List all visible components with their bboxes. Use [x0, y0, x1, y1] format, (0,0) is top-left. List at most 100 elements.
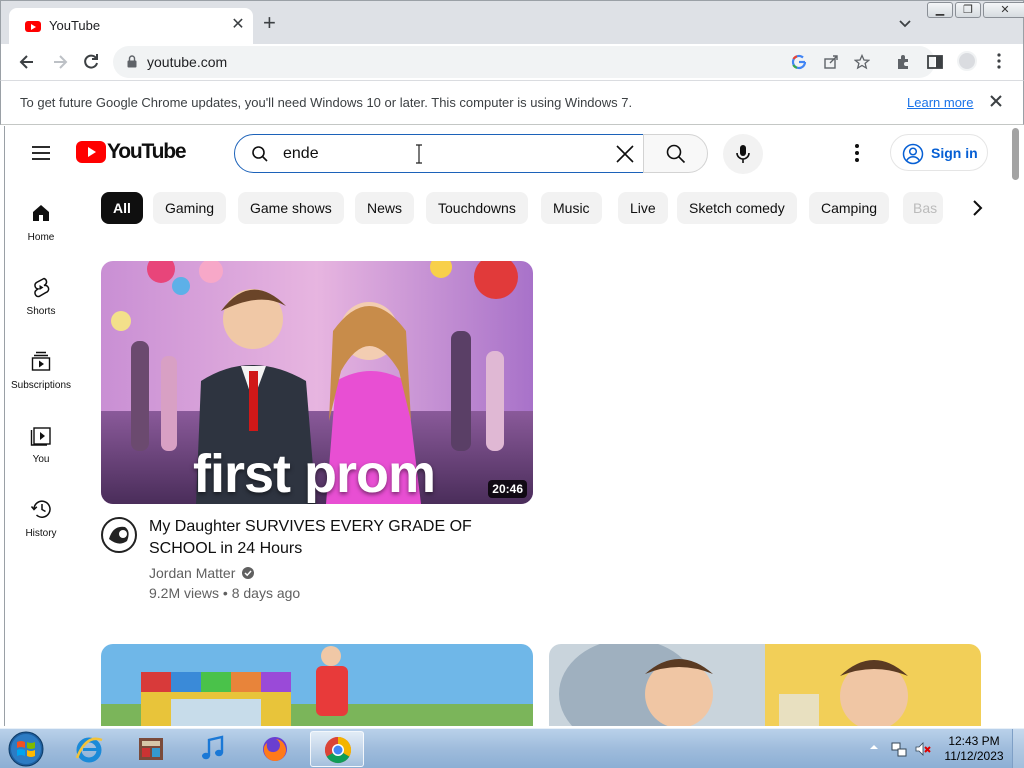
chip-sketch-comedy[interactable]: Sketch comedy	[677, 192, 797, 224]
start-orb-icon[interactable]	[6, 730, 46, 768]
infobar-message: To get future Google Chrome updates, you…	[20, 95, 633, 110]
thumbnail-image-2	[101, 644, 533, 726]
nav-item-history[interactable]: History	[5, 488, 77, 558]
chip-all[interactable]: All	[101, 192, 143, 224]
taskbar-chrome[interactable]	[310, 731, 364, 767]
nav-label-shorts: Shorts	[26, 306, 56, 317]
sign-in-label: Sign in	[931, 145, 978, 161]
internet-explorer-icon	[75, 737, 103, 763]
chip-music[interactable]: Music	[541, 192, 602, 224]
network-icon[interactable]	[890, 740, 908, 758]
taskbar-itunes[interactable]	[186, 731, 240, 767]
tab-search-chevron-icon[interactable]	[897, 15, 913, 31]
itunes-icon	[202, 735, 224, 760]
show-desktop-button[interactable]	[1012, 729, 1024, 768]
search-box[interactable]	[234, 134, 644, 173]
taskbar-firefox[interactable]	[248, 731, 302, 767]
chevron-right-icon[interactable]	[965, 196, 989, 220]
learn-more-link[interactable]: Learn more	[907, 95, 973, 110]
channel-logo-icon	[104, 520, 134, 550]
voice-search-button[interactable]	[723, 134, 763, 174]
tab-youtube[interactable]: YouTube ✕	[9, 8, 253, 45]
nav-item-subscriptions[interactable]: Subscriptions	[5, 340, 77, 410]
chip-gaming[interactable]: Gaming	[153, 192, 227, 224]
nav-label-subscriptions: Subscriptions	[10, 380, 72, 391]
nav-item-home[interactable]: Home	[5, 192, 77, 262]
profile-avatar[interactable]	[957, 51, 977, 71]
share-icon[interactable]	[823, 54, 839, 70]
nav-label-history: History	[25, 528, 57, 539]
chip-game-shows[interactable]: Game shows	[238, 192, 344, 224]
shorts-icon	[34, 277, 50, 298]
taskbar-media-center[interactable]	[124, 731, 178, 767]
google-lens-icon[interactable]	[791, 54, 807, 70]
nav-item-you[interactable]: You	[5, 414, 77, 484]
thumbnail-image-3	[549, 644, 981, 726]
scrollbar-thumb[interactable]	[1012, 128, 1019, 180]
system-clock[interactable]: 12:43 PM 11/12/2023	[940, 734, 1008, 764]
home-icon	[33, 205, 49, 221]
microphone-icon	[736, 145, 750, 163]
reload-icon[interactable]	[81, 52, 101, 72]
settings-more-icon[interactable]	[850, 143, 864, 163]
new-tab-icon[interactable]: +	[263, 12, 276, 34]
firefox-icon	[263, 737, 287, 762]
channel-name[interactable]: Jordan Matter	[149, 565, 235, 581]
chip-live[interactable]: Live	[618, 192, 668, 224]
page-scrollbar[interactable]	[1009, 126, 1020, 726]
taskbar-internet-explorer[interactable]	[62, 731, 116, 767]
chip-camping[interactable]: Camping	[809, 192, 890, 224]
forward-icon[interactable]	[50, 52, 70, 72]
chip-news[interactable]: News	[355, 192, 415, 224]
search-button[interactable]	[643, 134, 708, 173]
nav-label-you: You	[32, 454, 50, 465]
infobar-close-icon[interactable]	[989, 94, 1003, 108]
chrome-menu-icon[interactable]	[991, 52, 1007, 70]
search-input[interactable]	[283, 143, 583, 165]
tab-title: YouTube	[49, 18, 101, 33]
account-circle-icon	[902, 143, 924, 165]
back-icon[interactable]	[17, 52, 37, 72]
search-icon	[252, 146, 268, 162]
clock-time: 12:43 PM	[948, 734, 1000, 748]
tab-close-icon[interactable]: ✕	[229, 16, 247, 34]
nav-item-shorts[interactable]: Shorts	[5, 266, 77, 336]
lock-icon[interactable]	[127, 55, 137, 68]
video-thumbnail[interactable]: first prom 20:46	[101, 261, 533, 504]
sign-in-button[interactable]: Sign in	[890, 134, 988, 171]
video-meta: 9.2M views • 8 days ago	[149, 585, 301, 601]
chrome-toolbar: youtube.com	[0, 44, 1024, 80]
address-bar[interactable]: youtube.com	[113, 46, 935, 78]
clear-search-icon[interactable]	[615, 144, 635, 164]
maximize-button[interactable]: ❐	[955, 2, 981, 18]
minimize-button[interactable]: ▁	[927, 2, 953, 18]
chip-basketball[interactable]: Bas	[903, 192, 943, 224]
youtube-wordmark[interactable]: YouTube	[107, 140, 187, 164]
chrome-tabstrip: YouTube ✕ + ▁ ❐ ✕	[0, 0, 1024, 45]
search-submit-icon	[666, 144, 686, 164]
youtube-page: YouTube Sign in Home Shorts Subscription…	[4, 126, 1020, 726]
filter-chips: All Gaming Game shows News Touchdowns Mu…	[101, 192, 991, 224]
update-infobar: To get future Google Chrome updates, you…	[0, 80, 1024, 125]
side-panel-icon[interactable]	[926, 53, 944, 71]
video-title[interactable]: My Daughter SURVIVES EVERY GRADE OF SCHO…	[149, 516, 479, 560]
menu-icon[interactable]	[31, 145, 51, 161]
clock-date: 11/12/2023	[944, 749, 1004, 763]
extensions-icon[interactable]	[894, 53, 912, 71]
thumbnail-caption: first prom	[193, 444, 436, 504]
bookmark-star-icon[interactable]	[854, 54, 870, 70]
close-window-button[interactable]: ✕	[983, 2, 1024, 18]
chrome-icon	[324, 736, 352, 764]
volume-muted-icon[interactable]	[914, 740, 932, 758]
video-thumbnail-3[interactable]	[549, 644, 981, 726]
url-text: youtube.com	[147, 54, 228, 70]
video-thumbnail-2[interactable]	[101, 644, 533, 726]
show-hidden-icons-icon[interactable]	[869, 742, 879, 752]
history-icon	[30, 500, 51, 518]
window-controls: ▁ ❐ ✕	[927, 2, 1024, 20]
youtube-logo-icon[interactable]	[76, 141, 106, 163]
windows-taskbar: 12:43 PM 11/12/2023	[0, 728, 1024, 768]
channel-avatar[interactable]	[101, 517, 137, 553]
chip-touchdowns[interactable]: Touchdowns	[426, 192, 528, 224]
verified-badge-icon	[242, 567, 254, 579]
